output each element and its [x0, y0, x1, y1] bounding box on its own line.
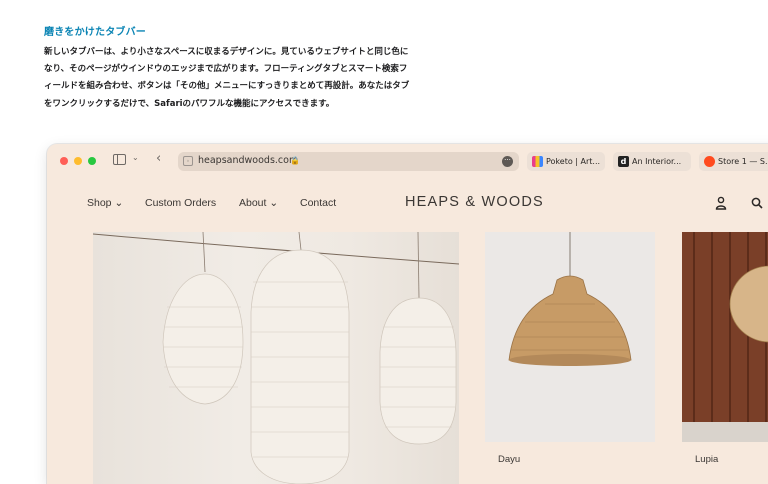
tab-poketo[interactable]: Poketo | Art... — [527, 152, 605, 171]
interior-favicon-icon: d — [618, 156, 629, 167]
sidebar-toggle-icon[interactable] — [113, 154, 126, 165]
more-menu-button[interactable]: ··· — [502, 156, 513, 167]
tab-interior[interactable]: d An Interior... — [613, 152, 691, 171]
poketo-favicon-icon — [532, 156, 543, 167]
paper-lanterns-image — [93, 232, 459, 484]
intro-title: 磨きをかけたタブバー — [44, 27, 146, 38]
product-name-dayu[interactable]: Dayu — [498, 454, 520, 465]
site-logo[interactable]: HEAPS & WOODS — [405, 194, 544, 210]
nav-custom-orders[interactable]: Custom Orders — [145, 197, 216, 209]
url-text[interactable]: heapsandwoods.com — [198, 155, 298, 166]
nav-shop[interactable]: Shop ⌄ — [87, 197, 123, 209]
minimize-window-button[interactable] — [74, 157, 82, 165]
back-button[interactable]: ‹ — [156, 151, 161, 166]
product-image-lupia[interactable] — [682, 232, 768, 442]
chevron-down-icon[interactable]: ⌄ — [132, 153, 139, 162]
tab-label: Poketo | Art... — [546, 157, 601, 166]
tab-label: Store 1 — S... — [718, 157, 768, 166]
chevron-down-icon: ⌄ — [111, 197, 124, 209]
product-name-lupia[interactable]: Lupia — [695, 454, 718, 465]
search-icon[interactable] — [751, 197, 763, 209]
intro-line: をワンクリックするだけで、Safariのパワフルな機能にアクセスできます。 — [44, 98, 335, 109]
intro-line: 新しいタブバーは、より小さなスペースに収まるデザインに。見ているウェブサイトと同… — [44, 47, 409, 57]
intro-line: なり、そのページがウインドウのエッジまで広がります。フローティングタブとスマート… — [44, 64, 408, 75]
rattan-pendant-image — [508, 232, 632, 366]
nav-shop-label: Shop — [87, 197, 112, 209]
intro-body: 新しいタブバーは、より小さなスペースに収まるデザインに。見ているウェブサイトと同… — [44, 44, 424, 113]
store-favicon-icon — [704, 156, 715, 167]
nav-about-label: About — [239, 197, 267, 209]
safari-window: ⌄ ‹ ◦ heapsandwoods.com 🔒 ··· Poketo | A… — [47, 144, 768, 484]
wood-wall-pendant-image — [682, 232, 768, 442]
product-image-dayu[interactable] — [485, 232, 655, 442]
lock-icon: 🔒 — [290, 156, 300, 165]
hero-image-lanterns[interactable] — [93, 232, 459, 484]
zoom-window-button[interactable] — [88, 157, 96, 165]
smart-search-field[interactable]: ◦ heapsandwoods.com 🔒 ··· — [178, 152, 519, 171]
close-window-button[interactable] — [60, 157, 68, 165]
nav-contact[interactable]: Contact — [300, 197, 336, 209]
chevron-down-icon: ⌄ — [266, 197, 279, 209]
intro-line: ィールドを組み合わせ、ボタンは「その他」メニューにすっきりまとめて再設計。あなた… — [44, 81, 410, 92]
intro-section: 磨きをかけたタブバー 新しいタブバーは、より小さなスペースに収まるデザインに。見… — [44, 23, 424, 113]
tab-store[interactable]: Store 1 — S... — [699, 152, 768, 171]
account-icon[interactable] — [715, 196, 727, 210]
tab-bar: ⌄ ‹ ◦ heapsandwoods.com 🔒 ··· Poketo | A… — [47, 144, 768, 178]
site-favicon-icon: ◦ — [183, 156, 193, 166]
nav-about[interactable]: About ⌄ — [239, 197, 278, 209]
site-navigation: Shop ⌄ Custom Orders About ⌄ Contact HEA… — [47, 178, 768, 226]
tab-label: An Interior... — [632, 157, 682, 166]
